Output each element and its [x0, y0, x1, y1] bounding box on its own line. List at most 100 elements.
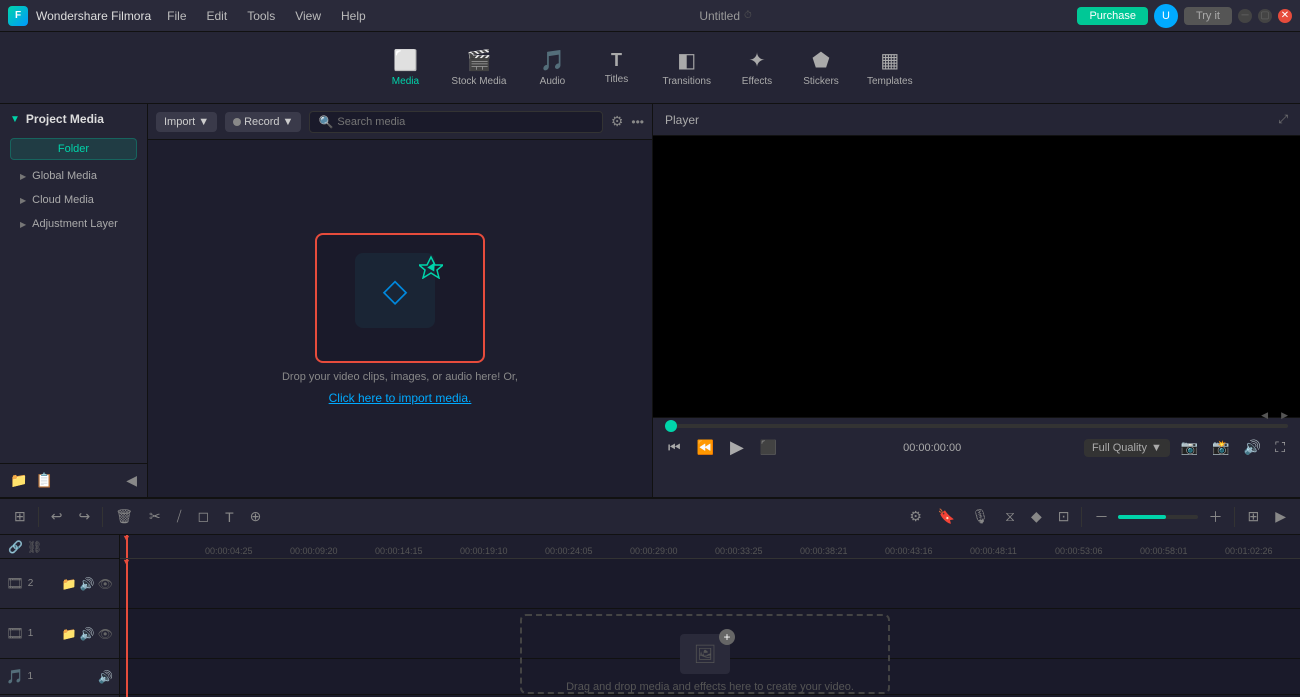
skip-back-button[interactable]: ⏮ [665, 436, 684, 459]
zoom-fill [1118, 515, 1166, 519]
cut-button[interactable]: ✂ [143, 504, 167, 529]
track-lock-icon[interactable]: 📁 [62, 577, 77, 591]
zoom-slider[interactable] [1118, 515, 1198, 519]
playhead[interactable]: ▼ [126, 535, 128, 558]
minimize-button[interactable]: ─ [1238, 9, 1252, 23]
redo-button[interactable]: ↪ [72, 504, 96, 529]
crop-button[interactable]: ◻ [191, 504, 215, 529]
timeline-body: 🔗 ⛓ 🎞 2 📁 🔊 👁 🎞 1 📁 🔊 👁 [0, 535, 1300, 697]
folder-button[interactable]: Folder [10, 138, 137, 160]
left-panel: ▼ Project Media Folder ▶ Global Media ▶ … [0, 104, 148, 497]
timeline-add-track-button[interactable]: ⊞ [8, 504, 32, 529]
purchase-button[interactable]: Purchase [1077, 7, 1147, 25]
titles-label: Titles [605, 74, 629, 85]
project-media-header[interactable]: ▼ Project Media [0, 104, 147, 134]
menu-file[interactable]: File [159, 7, 194, 25]
playback-progress-bar[interactable]: ▶ ◀ [665, 424, 1288, 428]
filmora-check-icon [419, 255, 443, 279]
undo-button[interactable]: ↩ [45, 504, 69, 529]
user-avatar[interactable]: U [1154, 4, 1178, 28]
search-box: 🔍 [309, 111, 602, 133]
video-track-2-label: 2 [28, 578, 34, 589]
more-timeline-button[interactable]: ▶ [1269, 504, 1292, 529]
stop-button[interactable]: ⬛ [757, 436, 780, 459]
controls-row: ⏮ ⏪ ▶ ⬛ 00:00:00:00 Full Quality ▼ 📷 📸 🔊… [665, 434, 1288, 461]
sidebar-item-adjustment-layer[interactable]: ▶ Adjustment Layer [0, 212, 147, 236]
text-button[interactable]: T [219, 505, 240, 529]
track-mute-icon[interactable]: 🔊 [80, 577, 95, 591]
new-folder-icon[interactable]: 📁 [10, 472, 27, 489]
keyframe-button[interactable]: ◆ [1025, 504, 1048, 529]
audio-track-icon: 🎵 [6, 668, 23, 685]
collapse-panel-icon[interactable]: ◀ [126, 472, 137, 489]
toolbar-titles[interactable]: T Titles [586, 44, 646, 91]
toolbar-stickers[interactable]: ⬟ Stickers [791, 42, 851, 93]
voiceover-button[interactable]: 🎙 [965, 504, 995, 529]
track-visible-icon[interactable]: 👁 [98, 577, 113, 591]
link-clips-icon[interactable]: ⛓ [27, 540, 42, 554]
tick-7: 00:00:33:25 [715, 546, 763, 556]
toolbar-stock-media[interactable]: 🎬 Stock Media [439, 42, 518, 93]
menu-edit[interactable]: Edit [199, 7, 236, 25]
bookmark-button[interactable]: 🔖 [932, 504, 961, 529]
snap-icon[interactable]: 🔗 [8, 540, 23, 554]
video-track-1-row[interactable]: 🖼 + [120, 609, 1300, 659]
delete-button[interactable]: 🗑 [109, 504, 139, 529]
cloud-media-label: Cloud Media [32, 194, 94, 206]
sidebar-item-cloud-media[interactable]: ▶ Cloud Media [0, 188, 147, 212]
video-track-2-row[interactable] [120, 559, 1300, 609]
menu-tools[interactable]: Tools [239, 7, 283, 25]
grid-view-button[interactable]: ⊞ [1241, 504, 1265, 529]
record-dot-icon [233, 118, 241, 126]
pip-button[interactable]: ⊡ [1052, 504, 1076, 529]
zoom-in-button[interactable]: ＋ [1202, 503, 1228, 531]
track-1-mute-icon[interactable]: 🔊 [80, 627, 95, 641]
more-options-icon[interactable]: ••• [631, 115, 644, 129]
player-expand-icon[interactable]: ⤢ [1278, 112, 1288, 127]
toolbar-effects[interactable]: ✦ Effects [727, 42, 787, 93]
sidebar-item-global-media[interactable]: ▶ Global Media [0, 164, 147, 188]
adjust-button[interactable]: ⊕ [244, 504, 268, 529]
fullscreen-button[interactable]: ⛶ [1272, 436, 1288, 459]
toolbar-media[interactable]: ⬜ Media [375, 42, 435, 93]
frame-back-button[interactable]: ⏪ [694, 436, 717, 459]
timeline-settings-button[interactable]: ⚙ [903, 504, 928, 529]
menu-help[interactable]: Help [333, 7, 374, 25]
timeline-ruler[interactable]: ▼ 00:00:04:25 00:00:09:20 00:00:14:15 00… [120, 535, 1300, 559]
app-name: Wondershare Filmora [36, 9, 151, 23]
panel-collapse-arrow: ▼ [10, 114, 20, 125]
filter-icon[interactable]: ⚙ [611, 113, 624, 130]
try-button[interactable]: Try it [1184, 7, 1232, 25]
player-panel: Player ⤢ ▶ ◀ ⏮ ⏪ ▶ ⬛ 00:00:00:00 [652, 104, 1300, 497]
toolbar-transitions[interactable]: ◧ Transitions [650, 42, 723, 93]
tick-8: 00:00:38:21 [800, 546, 848, 556]
quality-selector[interactable]: Full Quality ▼ [1084, 439, 1170, 457]
import-icon[interactable]: 📋 [35, 472, 52, 489]
split-button[interactable]: ⧸ [171, 504, 188, 529]
track-1-visible-icon[interactable]: 👁 [98, 627, 113, 641]
track-1-lock-icon[interactable]: 📁 [62, 627, 77, 641]
add-media-icon: + [719, 629, 735, 645]
volume-button[interactable]: 🔊 [1241, 436, 1264, 459]
progress-thumb[interactable] [665, 420, 677, 432]
toolbar-audio[interactable]: 🎵 Audio [522, 42, 582, 93]
camera-button[interactable]: 📸 [1209, 436, 1232, 459]
track-header-audio-1: 🎵 1 🔊 [0, 659, 119, 695]
zoom-out-button[interactable]: － [1088, 503, 1114, 531]
search-input[interactable] [337, 116, 593, 128]
import-button[interactable]: Import ▼ [156, 112, 217, 132]
effects-icon: ✦ [749, 48, 766, 73]
effects-label: Effects [742, 76, 772, 87]
transition-button[interactable]: ⧖ [999, 504, 1021, 529]
menu-view[interactable]: View [287, 7, 329, 25]
screenshot-button[interactable]: 📷 [1178, 436, 1201, 459]
close-button[interactable]: ✕ [1278, 9, 1292, 23]
toolbar-templates[interactable]: ▦ Templates [855, 42, 925, 93]
record-button[interactable]: Record ▼ [225, 112, 301, 132]
audio-mute-icon[interactable]: 🔊 [98, 670, 113, 684]
maximize-button[interactable]: ▢ [1258, 9, 1272, 23]
templates-label: Templates [867, 76, 913, 87]
zoom-controls: － ＋ [1088, 503, 1228, 531]
import-link[interactable]: Click here to import media. [329, 391, 472, 405]
play-button[interactable]: ▶ [727, 434, 747, 461]
